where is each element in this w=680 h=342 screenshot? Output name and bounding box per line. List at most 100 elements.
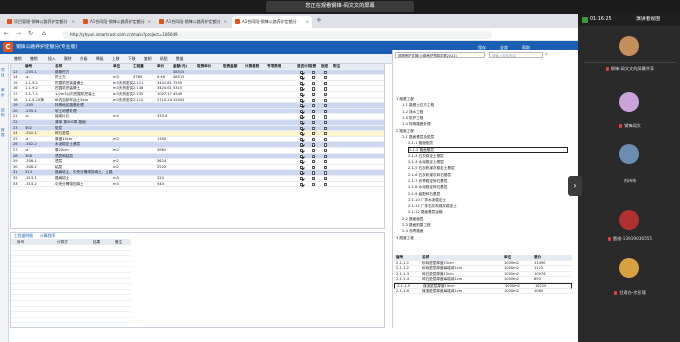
- checkbox[interactable]: [324, 154, 328, 158]
- browser-tab[interactable]: A1合同段-钢锋公路养护定额分 ×: [80, 16, 154, 28]
- checkbox[interactable]: [324, 109, 328, 113]
- checkbox[interactable]: [312, 149, 316, 153]
- tree-item[interactable]: 2-1-12 路面基层运输: [408, 210, 442, 216]
- norm-library-select[interactable]: 部颁养护定额(公路养护预算定额2021): [395, 52, 485, 58]
- url-field[interactable]: http://yhyun.smartcost.com.cn/main?proje…: [62, 31, 492, 39]
- browser-tab-active[interactable]: A2合同段-钢锋公路养护定额分 ×: [232, 16, 312, 28]
- checkbox[interactable]: [300, 98, 304, 102]
- checkbox[interactable]: [300, 126, 304, 130]
- forward-icon[interactable]: →: [16, 30, 21, 37]
- checkbox[interactable]: [324, 165, 328, 169]
- checkbox[interactable]: [324, 121, 328, 125]
- checkbox[interactable]: [312, 70, 316, 74]
- checkbox[interactable]: [324, 177, 328, 181]
- checkbox[interactable]: [300, 160, 304, 164]
- close-icon[interactable]: ×: [148, 16, 151, 28]
- close-icon[interactable]: ×: [224, 16, 227, 28]
- checkbox[interactable]: [324, 98, 328, 102]
- checkbox[interactable]: [312, 154, 316, 158]
- checkbox[interactable]: [312, 182, 316, 186]
- rail-item-price[interactable]: 单价: [1, 88, 8, 98]
- tree-item[interactable]: 2-1-7 沥青稳定碎石基层: [408, 179, 447, 185]
- tree-item[interactable]: 2-1-9 级配碎石基层: [408, 192, 440, 198]
- table-row[interactable]: 33 -313-2 中央分隔带回填土 m3 540: [11, 182, 384, 188]
- checkbox[interactable]: [324, 76, 328, 80]
- checkbox[interactable]: [324, 171, 328, 175]
- tree-item[interactable]: 2-4 沥青路面: [402, 229, 423, 235]
- checkbox[interactable]: [312, 137, 316, 141]
- checkbox[interactable]: [324, 143, 328, 147]
- checkbox[interactable]: [312, 109, 316, 113]
- checkbox[interactable]: [324, 115, 328, 119]
- checkbox[interactable]: [312, 81, 316, 85]
- checkbox[interactable]: [300, 76, 304, 80]
- norm-row[interactable]: 2-1-1-6 煤渣垫层厚度每增减1cm 1000m2 1060: [394, 289, 572, 295]
- checkbox[interactable]: [312, 93, 316, 97]
- tree-item[interactable]: 2-2 路面面层: [402, 217, 423, 223]
- checkbox[interactable]: [300, 70, 304, 74]
- checkbox[interactable]: [300, 115, 304, 119]
- tree-item[interactable]: 1-3 防护工程: [402, 116, 423, 122]
- checkbox[interactable]: [300, 93, 304, 97]
- reload-icon[interactable]: ↻: [28, 30, 33, 37]
- tree-item[interactable]: 1-4 特殊路基处理: [402, 122, 431, 128]
- checkbox[interactable]: [324, 132, 328, 136]
- tree-item[interactable]: 2-1-2 路面基层: [408, 147, 568, 153]
- checkbox[interactable]: [300, 165, 304, 169]
- browser-tab[interactable]: 项目管理-钢锋公路养护定额分 ×: [4, 16, 78, 28]
- tree-item[interactable]: 2 路面工程: [396, 129, 414, 135]
- browser-tab[interactable]: A1合同段-钢锋公路养护定额分 ×: [156, 16, 230, 28]
- checkbox[interactable]: [300, 177, 304, 181]
- tree-item[interactable]: 1-2 排水工程: [402, 110, 423, 116]
- tree-item[interactable]: 2-3 路面附属工程: [402, 223, 431, 229]
- close-icon[interactable]: ×: [306, 16, 309, 28]
- checkbox[interactable]: [312, 126, 316, 130]
- tree-item[interactable]: 2-1-8 水泥稳定碎石基层: [408, 185, 447, 191]
- rail-item-report[interactable]: 报表: [1, 128, 8, 138]
- checkbox[interactable]: [324, 81, 328, 85]
- checkbox[interactable]: [324, 126, 328, 130]
- checkbox[interactable]: [300, 121, 304, 125]
- checkbox[interactable]: [300, 87, 304, 91]
- tree-item[interactable]: 3 隧道工程: [396, 236, 414, 242]
- checkbox[interactable]: [312, 160, 316, 164]
- tree-item[interactable]: 2-1-11 厂拌石灰粉煤灰稳定土: [408, 204, 457, 210]
- checkbox[interactable]: [300, 81, 304, 85]
- checkbox[interactable]: [312, 121, 316, 125]
- checkbox[interactable]: [300, 137, 304, 141]
- tree-item[interactable]: 1-1 路基土石方工程: [402, 103, 434, 109]
- checkbox[interactable]: [324, 104, 328, 108]
- checkbox[interactable]: [300, 171, 304, 175]
- checkbox[interactable]: [300, 132, 304, 136]
- checkbox[interactable]: [324, 87, 328, 91]
- checkbox[interactable]: [312, 165, 316, 169]
- checkbox[interactable]: [300, 109, 304, 113]
- close-icon[interactable]: ×: [72, 16, 75, 28]
- tree-item[interactable]: 1 路基工程: [396, 97, 414, 103]
- home-icon[interactable]: ⌂: [42, 30, 46, 37]
- checkbox[interactable]: [312, 87, 316, 91]
- checkbox[interactable]: [312, 171, 316, 175]
- tree-item[interactable]: 2-1-3 石灰稳定土基层: [408, 154, 444, 160]
- checkbox[interactable]: [312, 132, 316, 136]
- rail-item-project[interactable]: 项目: [1, 68, 8, 78]
- tree-item[interactable]: 2-1 路面基层及垫层: [402, 135, 434, 141]
- new-tab-icon[interactable]: +: [316, 16, 322, 24]
- search-input[interactable]: 请输入查找内容: [489, 52, 543, 58]
- checkbox[interactable]: [324, 93, 328, 97]
- checkbox[interactable]: [312, 177, 316, 181]
- rail-item-structure[interactable]: 结构: [1, 108, 8, 118]
- checkbox[interactable]: [324, 137, 328, 141]
- checkbox[interactable]: [312, 104, 316, 108]
- checkbox[interactable]: [324, 160, 328, 164]
- checkbox[interactable]: [312, 115, 316, 119]
- tree-item[interactable]: 2-1-6 石灰粉煤灰碎石基层: [408, 173, 451, 179]
- checkbox[interactable]: [300, 143, 304, 147]
- tree-item[interactable]: 2-1-5 石灰粉煤灰稳定土基层: [408, 166, 455, 172]
- checkbox[interactable]: [324, 182, 328, 186]
- tree-item[interactable]: 2-1-4 水泥稳定土基层: [408, 160, 444, 166]
- checkbox[interactable]: [300, 182, 304, 186]
- tree-item[interactable]: 2-1-10 厂拌水泥稳定土: [408, 198, 446, 204]
- back-icon[interactable]: ←: [4, 30, 9, 37]
- checkbox[interactable]: [300, 149, 304, 153]
